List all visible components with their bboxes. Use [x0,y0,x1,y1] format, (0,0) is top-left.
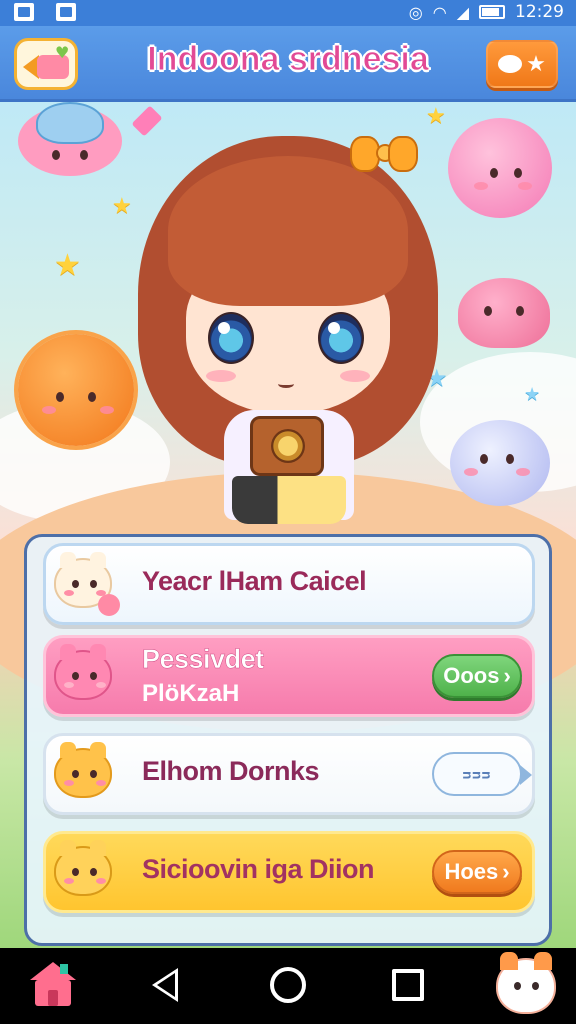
alarm-icon: ◎ [408,2,423,22]
menu-row-2[interactable]: Pessivdet PlöKzaH Ooos › [43,635,535,717]
nav-recents-icon[interactable] [392,969,424,1001]
nav-back-icon[interactable] [152,968,178,1002]
menu-row-1[interactable]: Yeacr lHam Caicel [43,543,535,625]
status-time: 12:29 [515,2,564,22]
navigation-bar [0,948,576,1024]
character-girl [128,116,448,526]
menu-panel: Yeacr lHam Caicel Pessivdet PlöKzaH Ooos… [24,534,552,946]
chevron-right-icon: › [502,859,510,884]
wifi-icon: ◠ [432,2,447,22]
star-icon: ★ [54,248,81,283]
chat-star-button[interactable]: ★ [486,40,558,88]
back-home-button[interactable]: ♥ [14,38,78,90]
battery-icon [479,5,505,19]
orange-cat-icon [54,742,120,806]
menu-row-label: Yeacr lHam Caicel [142,566,367,596]
chevron-right-icon: › [503,663,511,688]
menu-row-4[interactable]: Sicioovin iga Diion Hoes › [43,831,535,913]
menu-row-label: Pessivdet [142,644,265,675]
notification-icon [14,3,34,21]
row-3-action-button[interactable]: ᴝᴝᴝ [432,752,532,796]
notification-icon [56,3,76,21]
strawberry-monster [458,278,550,348]
row-2-action-button[interactable]: Ooos › [432,654,522,698]
pink-creature-icon [54,644,120,708]
pink-monster [448,118,552,218]
camera-icon [250,416,324,476]
mascot-icon[interactable] [496,952,556,1014]
yellow-cat-icon [54,840,120,904]
heart-icon: ♥ [55,43,70,62]
star-icon: ★ [524,384,541,405]
star-icon: ★ [526,51,546,77]
row-4-action-button[interactable]: Hoes › [432,850,522,894]
ufo-monster [18,102,122,176]
chat-bubble-icon [498,55,523,73]
home-icon[interactable] [30,962,76,1008]
menu-row-label: Elhom Dornks [142,756,320,786]
blue-monster [450,420,550,506]
page-title: Indoona srdnesia [147,40,430,79]
menu-row-3[interactable]: Elhom Dornks ᴝᴝᴝ [43,733,535,815]
nav-home-circle-icon[interactable] [270,967,306,1003]
orange-monster [18,334,134,446]
bear-icon [54,552,120,616]
app-header: ♥ Indoona srdnesia ★ [0,26,576,102]
signal-icon: ◢ [456,2,469,22]
status-bar: ◎ ◠ ◢ 12:29 [0,0,576,26]
bow-icon [350,130,420,178]
menu-row-label: Sicioovin iga Diion [142,854,375,884]
menu-row-sublabel: PlöKzaH [142,680,240,707]
